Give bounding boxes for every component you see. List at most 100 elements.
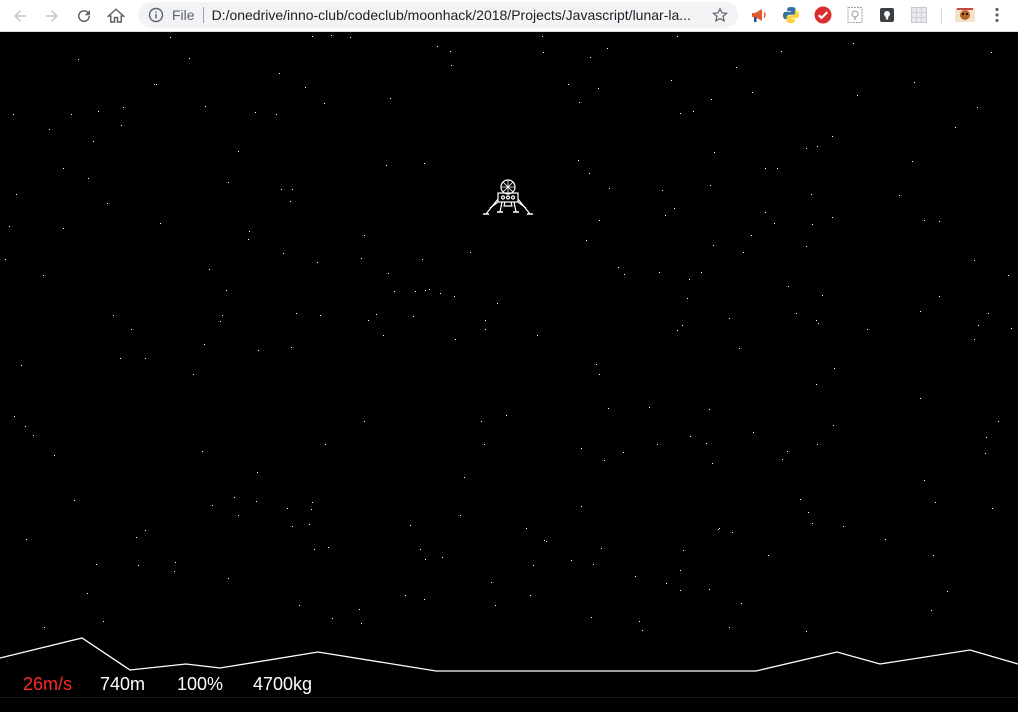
star	[364, 235, 365, 236]
star	[481, 421, 482, 422]
star	[933, 555, 934, 556]
star	[992, 508, 993, 509]
star	[455, 339, 456, 340]
star	[671, 80, 672, 81]
star	[107, 203, 108, 204]
star	[593, 564, 594, 565]
star	[256, 501, 257, 502]
star	[228, 182, 229, 183]
star	[988, 313, 989, 314]
star	[607, 48, 608, 49]
star	[317, 262, 318, 263]
star	[581, 448, 582, 449]
game-canvas[interactable]: 26m/s 740m 100% 4700kg	[0, 33, 1018, 712]
back-button[interactable]	[6, 2, 34, 30]
star	[312, 502, 313, 503]
star	[977, 107, 978, 108]
todoist-extension-icon	[814, 6, 832, 24]
star	[309, 524, 310, 525]
star	[899, 195, 900, 196]
star	[350, 37, 351, 38]
todoist-extension[interactable]	[814, 6, 832, 24]
home-button[interactable]	[102, 2, 130, 30]
star	[743, 252, 744, 253]
star	[74, 500, 75, 501]
star	[662, 190, 663, 191]
toolbar-divider	[941, 8, 942, 24]
star	[599, 374, 600, 375]
star	[752, 92, 753, 93]
star	[689, 279, 690, 280]
forward-icon	[46, 9, 58, 22]
star	[530, 595, 531, 596]
grid-extension-icon	[911, 7, 927, 23]
star	[71, 114, 72, 115]
star	[774, 223, 775, 224]
home-icon	[107, 7, 125, 23]
star	[331, 35, 332, 36]
python-extension[interactable]	[782, 6, 800, 24]
star	[741, 603, 742, 604]
keep-extension[interactable]	[878, 6, 896, 24]
star	[947, 591, 948, 592]
star	[437, 46, 438, 47]
star	[787, 451, 788, 452]
star	[709, 409, 710, 410]
star	[924, 220, 925, 221]
star	[788, 286, 789, 287]
megaphone-extension[interactable]	[750, 6, 768, 24]
info-icon[interactable]	[148, 7, 164, 23]
reload-button[interactable]	[70, 2, 98, 30]
star	[255, 112, 256, 113]
profile-avatar[interactable]	[954, 4, 976, 26]
star	[609, 188, 610, 189]
star	[49, 129, 50, 130]
star	[470, 252, 471, 253]
star	[386, 165, 387, 166]
star	[579, 102, 580, 103]
star	[96, 564, 97, 565]
forward-button[interactable]	[38, 2, 66, 30]
star	[920, 398, 921, 399]
star	[93, 141, 94, 142]
star	[806, 148, 807, 149]
url-text[interactable]: D:/onedrive/inno-club/codeclub/moonhack/…	[212, 7, 702, 23]
star	[368, 320, 369, 321]
star	[939, 296, 940, 297]
star	[781, 51, 782, 52]
star	[87, 593, 88, 594]
star	[885, 539, 886, 540]
star	[324, 103, 325, 104]
star	[912, 161, 913, 162]
star	[777, 168, 778, 169]
lunar-lander-icon	[483, 179, 533, 215]
star	[405, 595, 406, 596]
star	[491, 582, 492, 583]
star	[711, 99, 712, 100]
star	[136, 537, 137, 538]
star	[812, 224, 813, 225]
address-bar[interactable]: File D:/onedrive/inno-club/codeclub/moon…	[138, 2, 738, 28]
star	[833, 425, 834, 426]
browser-menu-button[interactable]	[988, 6, 1006, 24]
star	[238, 515, 239, 516]
star	[974, 339, 975, 340]
star	[649, 407, 650, 408]
altitude-readout: 740m	[100, 674, 146, 694]
page-extension[interactable]	[846, 6, 864, 24]
star	[123, 107, 124, 108]
moon-terrain	[0, 637, 1018, 672]
star	[939, 221, 940, 222]
grid-extension[interactable]	[910, 6, 928, 24]
speed-readout: 26m/s	[23, 674, 73, 694]
star-icon[interactable]	[712, 7, 728, 23]
star	[598, 88, 599, 89]
star	[709, 589, 710, 590]
star	[589, 173, 590, 174]
star	[497, 303, 498, 304]
star	[291, 347, 292, 348]
star	[226, 290, 227, 291]
star	[305, 87, 306, 88]
star	[204, 344, 205, 345]
star	[222, 315, 223, 316]
